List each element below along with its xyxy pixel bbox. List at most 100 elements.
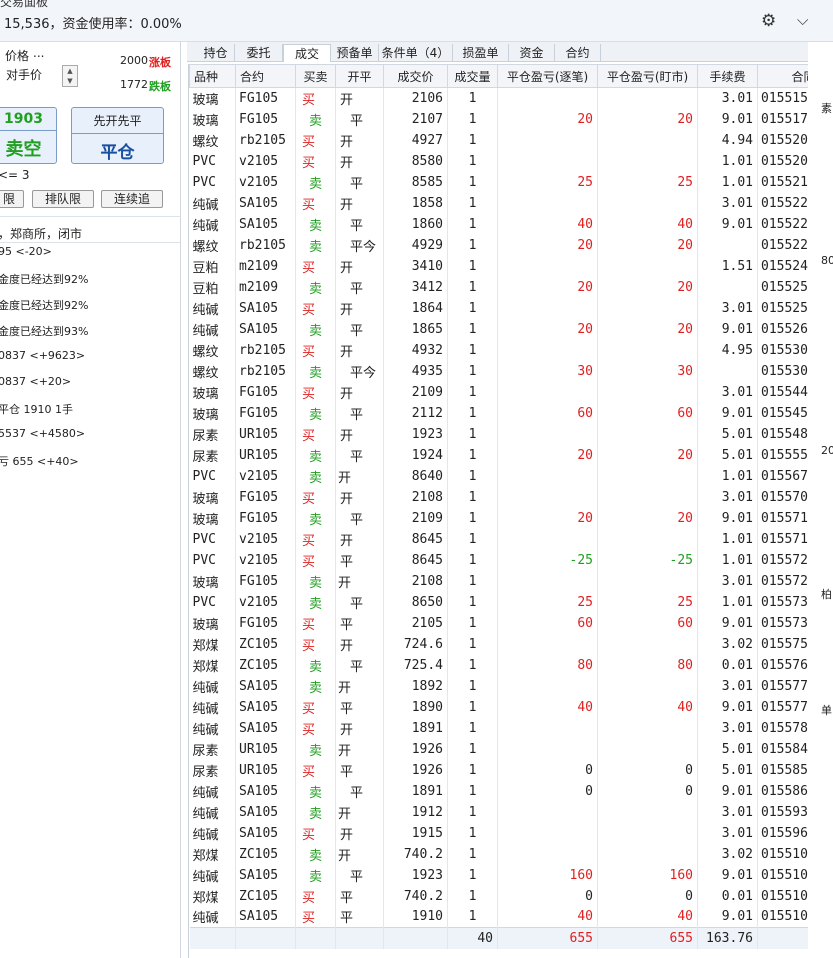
price-more-button[interactable]: ... [33,46,44,60]
tab-2[interactable]: 成交 [283,44,331,62]
cell: 015544 [757,381,808,403]
table-row[interactable]: 玻璃 FG105 买开 2109 1 3.01 015544 [189,381,808,403]
table-row[interactable]: 纯碱 SA105 卖平 1865 1 20 20 9.01 015526 [189,318,808,340]
table-row[interactable]: 尿素 UR105 卖平 1924 1 20 20 5.01 015555 [189,444,808,466]
column-header[interactable]: 开平 [335,64,384,88]
cell: 豆粕 [189,276,236,298]
chevron-down-icon[interactable]: ⌵ [797,11,808,29]
table-row[interactable]: 纯碱 SA105 卖平 1860 1 40 40 9.01 015522 [189,213,808,235]
column-header[interactable]: 手续费 [697,64,758,88]
table-row[interactable]: 玻璃 FG105 买开 2106 1 3.01 015515 [189,87,808,109]
table-row[interactable]: PVC v2105 买开 8645 1 1.01 015571 [189,528,808,550]
cell: 1858 [383,192,448,214]
table-row[interactable]: 纯碱 SA105 买开 1864 1 3.01 015525 [189,297,808,319]
column-header[interactable]: 平仓盈亏(逐笔) [497,64,598,88]
cell: 20 [597,444,698,466]
cell: 卖 [295,108,336,130]
cell: 1.01 [697,171,758,193]
table-row[interactable]: PVC v2105 卖平 8585 1 25 25 1.01 015521 [189,171,808,193]
table-row[interactable]: 玻璃 FG105 买开 2108 1 3.01 015570 [189,486,808,508]
cell: 平今 [335,360,384,382]
column-header[interactable]: 合约 [235,64,296,88]
column-header[interactable]: 合同 [757,64,808,88]
cell [597,381,698,403]
table-row[interactable]: 纯碱 SA105 买开 1891 1 3.01 015578 [189,717,808,739]
cell: 开 [335,570,384,592]
table-row[interactable]: PVC v2105 卖开 8640 1 1.01 015567 [189,465,808,487]
cell: 开 [335,738,384,760]
table-row[interactable]: 豆粕 m2109 卖平 3412 1 20 20 015525 [189,276,808,298]
table-row[interactable]: 纯碱 SA105 买平 1890 1 40 40 9.01 015577 [189,696,808,718]
table-row[interactable]: 郑煤 ZC105 卖平 725.4 1 80 80 0.01 015576 [189,654,808,676]
table-row[interactable]: 螺纹 rb2105 买开 4932 1 4.95 015530 [189,339,808,361]
queue-limit-button[interactable]: 排队限 [32,190,94,208]
table-row[interactable]: 玻璃 FG105 卖平 2109 1 20 20 9.01 015571 [189,507,808,529]
summary-cell [757,927,808,949]
cell: 3410 [383,255,448,277]
table-row[interactable]: 尿素 UR105 买平 1926 1 0 0 5.01 015585 [189,759,808,781]
cell: PVC [189,591,236,613]
cell: SA105 [235,213,296,235]
column-header[interactable]: 平仓盈亏(盯市) [597,64,698,88]
table-row[interactable]: 郑煤ZC105卖开740.21 3.020155102 [189,843,808,865]
tab-6[interactable]: 资金 [509,44,555,62]
table-row[interactable]: 纯碱 SA105 卖开 1892 1 3.01 015577 [189,675,808,697]
limit-down-label: 跌板 [149,80,171,93]
column-header[interactable]: 买卖 [295,64,336,88]
column-header[interactable]: 品种 [189,64,236,88]
table-row[interactable]: 郑煤ZC105买平740.21000.010155108 [189,885,808,907]
table-row[interactable]: 螺纹 rb2105 卖平今 4929 1 20 20 015522 [189,234,808,256]
tab-7[interactable]: 合约 [555,44,601,62]
price-stepper[interactable]: ▲ ▼ [62,65,78,87]
stepper-up-icon[interactable]: ▲ [63,66,77,76]
cell: 卖 [295,738,336,760]
tab-4[interactable]: 条件单（4） [379,44,453,62]
tab-1[interactable]: 委托 [235,44,283,62]
cell: 纯碱 [189,717,236,739]
table-row[interactable]: 玻璃 FG105 卖平 2107 1 20 20 9.01 015517 [189,108,808,130]
close-position-button[interactable]: 先开先平 平仓 [71,107,164,164]
cell: 平 [335,654,384,676]
column-header[interactable]: 成交价 [383,64,448,88]
table-row[interactable]: 纯碱SA105买平1910140409.010155109 [189,906,808,928]
table-row[interactable]: 尿素 UR105 卖开 1926 1 5.01 015584 [189,738,808,760]
price-mode-select[interactable]: 对手价 [6,66,42,83]
table-row[interactable]: 玻璃 FG105 卖开 2108 1 3.01 015572 [189,570,808,592]
cell: 1.01 [697,465,758,487]
table-row[interactable]: 玻璃 FG105 买平 2105 1 60 60 9.01 015573 [189,612,808,634]
cell: 1923 [383,864,448,886]
limit-button[interactable]: 限 [0,190,24,208]
table-row[interactable]: 郑煤 ZC105 买开 724.6 1 3.02 015575 [189,633,808,655]
table-row[interactable]: 玻璃 FG105 卖平 2112 1 60 60 9.01 015545 [189,402,808,424]
cell: 买 [295,87,336,109]
table-row[interactable]: PVC v2105 卖平 8650 1 25 25 1.01 015573 [189,591,808,613]
table-row[interactable]: 纯碱 SA105 卖平 1891 1 0 0 9.01 015586 [189,780,808,802]
cell: 1.51 [697,255,758,277]
table-row[interactable]: 尿素 UR105 买开 1923 1 5.01 015548 [189,423,808,445]
cell: 60 [497,612,598,634]
limit-up-label: 涨板 [149,56,171,69]
table-row[interactable]: 螺纹 rb2105 买开 4927 1 4.94 015520 [189,129,808,151]
table-row[interactable]: PVC v2105 买开 8580 1 1.01 015520 [189,150,808,172]
cell: 8580 [383,150,448,172]
table-row[interactable]: PVC v2105 买平 8645 1 -25 -25 1.01 015572 [189,549,808,571]
tab-0[interactable]: 持仓 [197,44,235,62]
sell-short-button[interactable]: 1903 卖空 [0,107,57,164]
log-line: 金度已经达到93% [0,325,89,338]
cell: 平 [335,444,384,466]
tab-3[interactable]: 预备单 [331,44,379,62]
tab-5[interactable]: 损盈单 [453,44,509,62]
chase-button[interactable]: 连续追 [101,190,163,208]
cell [597,570,698,592]
table-row[interactable]: 螺纹 rb2105 卖平今 4935 1 30 30 015530 [189,360,808,382]
column-header[interactable]: 成交量 [447,64,498,88]
table-row[interactable]: 纯碱 SA105 买开 1858 1 3.01 015522 [189,192,808,214]
stepper-down-icon[interactable]: ▼ [63,76,77,86]
cell [497,423,598,445]
cell: SA105 [235,696,296,718]
table-row[interactable]: 纯碱 SA105 卖开 1912 1 3.01 015593 [189,801,808,823]
table-row[interactable]: 纯碱SA105卖平192311601609.010155103 [189,864,808,886]
table-row[interactable]: 纯碱 SA105 买开 1915 1 3.01 015596 [189,822,808,844]
table-row[interactable]: 豆粕 m2109 买开 3410 1 1.51 015524 [189,255,808,277]
gear-icon[interactable]: ⚙ [761,11,776,31]
